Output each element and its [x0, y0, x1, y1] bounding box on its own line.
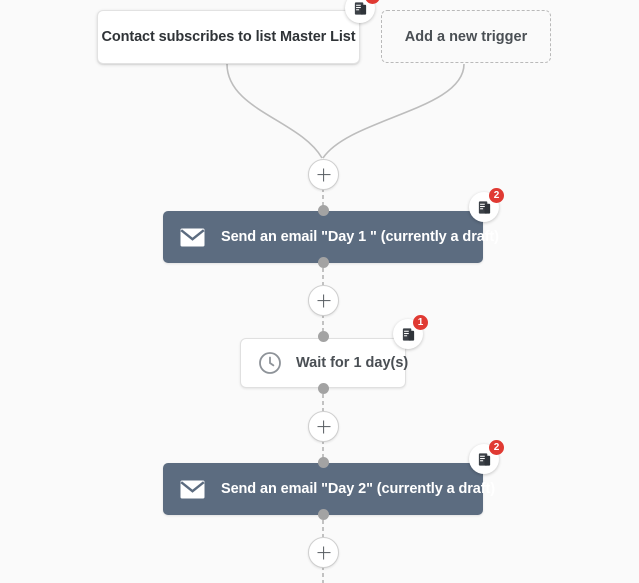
note-badge-trigger-contact-subscribes[interactable]: 1 [345, 0, 380, 23]
envelope-icon [180, 228, 205, 246]
wait-1-day-label: Wait for 1 day(s) [296, 355, 409, 371]
add-step-button-after-triggers[interactable] [308, 159, 339, 190]
node-wait-1-day[interactable]: Wait for 1 day(s) [240, 338, 409, 388]
note-icon [402, 327, 414, 341]
wire-trigger-right [322, 63, 465, 159]
trigger-contact-subscribes-label: Contact subscribes to list Master List [101, 29, 356, 45]
connector-dot-wait-bottom [318, 383, 329, 394]
envelope-icon [180, 480, 205, 498]
add-new-trigger-label: Add a new trigger [404, 28, 528, 45]
send-email-day2-label: Send an email "Day 2" (currently a draft… [221, 481, 495, 497]
note-badge-count: 1 [413, 315, 428, 330]
node-add-new-trigger[interactable]: Add a new trigger [381, 10, 551, 63]
wire-trigger-left [226, 63, 323, 159]
node-trigger-contact-subscribes[interactable]: Contact subscribes to list Master List [97, 10, 360, 64]
note-badge-send-email-day2[interactable]: 2 [469, 440, 504, 474]
note-badge-send-email-day1[interactable]: 2 [469, 188, 504, 222]
note-badge-count: 2 [489, 188, 504, 203]
clock-icon [259, 352, 281, 374]
send-email-day1-label: Send an email "Day 1 " (currently a draf… [221, 229, 499, 245]
connector-dot-day2-bottom [318, 509, 329, 520]
connector-dot-day1-top [318, 205, 329, 216]
add-step-button-after-day1[interactable] [308, 285, 339, 316]
note-icon [354, 1, 366, 15]
node-send-email-day1[interactable]: Send an email "Day 1 " (currently a draf… [163, 211, 499, 263]
note-icon [478, 452, 490, 466]
workflow-canvas[interactable]: Contact subscribes to list Master List 1… [0, 0, 639, 583]
add-step-button-after-day2[interactable] [308, 537, 339, 568]
connector-dot-wait-top [318, 331, 329, 342]
connector-dot-day2-top [318, 457, 329, 468]
connector-dot-day1-bottom [318, 257, 329, 268]
node-send-email-day2[interactable]: Send an email "Day 2" (currently a draft… [163, 463, 495, 515]
note-badge-count: 2 [489, 440, 504, 455]
note-icon [478, 200, 490, 214]
add-step-button-after-wait[interactable] [308, 411, 339, 442]
note-badge-wait-1-day[interactable]: 1 [393, 315, 428, 349]
